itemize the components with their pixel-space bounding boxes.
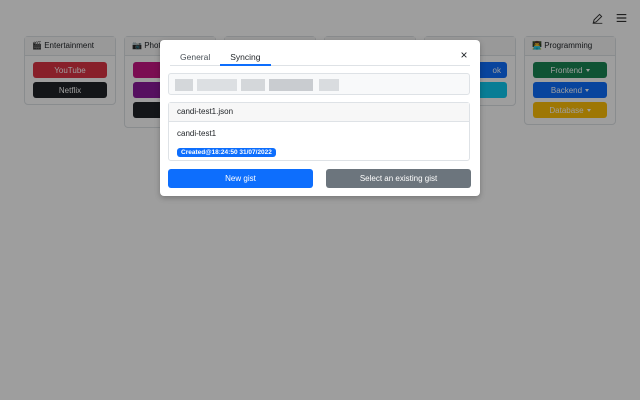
close-icon[interactable]: × (458, 49, 470, 61)
modal-tabs: General Syncing (170, 49, 470, 66)
tab-syncing[interactable]: Syncing (220, 49, 271, 66)
redacted-text (175, 79, 193, 91)
gist-card[interactable]: candi-test1.json candi-test1 Created@18:… (168, 102, 470, 161)
token-input[interactable] (168, 73, 470, 95)
redacted-text (197, 79, 237, 91)
gist-created-badge: Created@18:24:50 31/07/2022 (177, 148, 276, 157)
settings-modal: General Syncing × candi-test1.json candi… (160, 40, 480, 196)
gist-filename: candi-test1.json (169, 103, 469, 122)
new-gist-button[interactable]: New gist (168, 169, 313, 188)
gist-name: candi-test1 (177, 129, 217, 138)
select-existing-gist-button[interactable]: Select an existing gist (326, 169, 471, 188)
redacted-text (241, 79, 265, 91)
tab-general[interactable]: General (170, 49, 220, 66)
redacted-text (269, 79, 313, 91)
redacted-text (319, 79, 339, 91)
